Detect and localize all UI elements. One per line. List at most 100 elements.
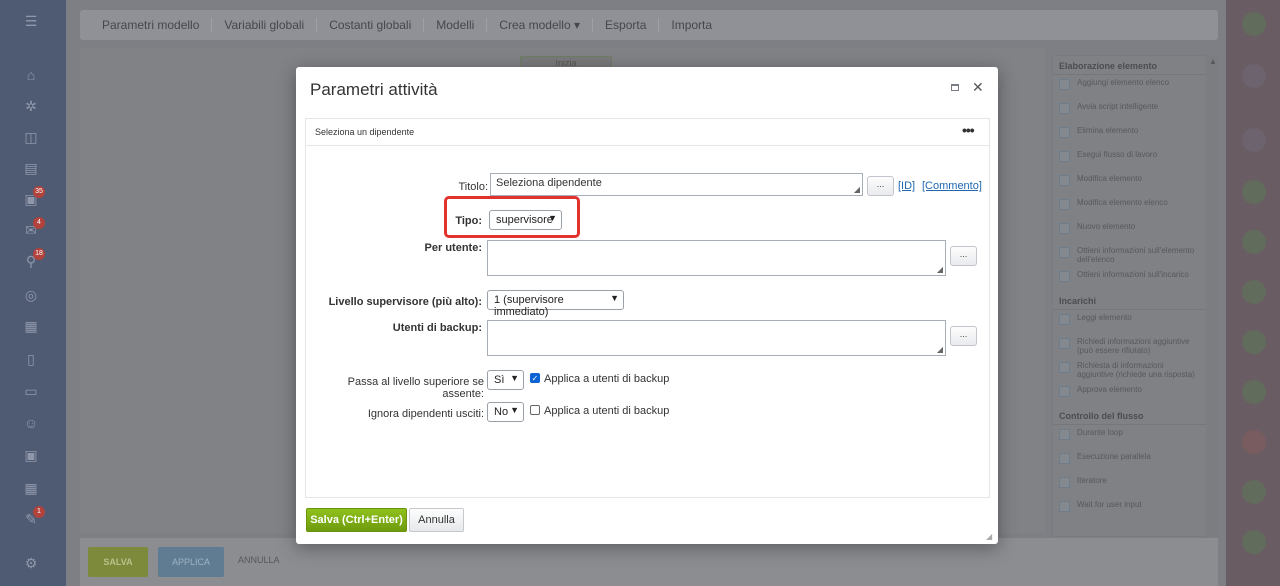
nav-costanti-globali[interactable]: Costanti globali	[317, 18, 425, 32]
resize-grip-icon[interactable]: ◢	[937, 265, 943, 274]
tipo-highlight	[444, 196, 580, 238]
menu-icon[interactable]: ☰	[20, 10, 42, 32]
chevron-down-icon: ▼	[510, 373, 519, 383]
livello-select[interactable]: 1 (supervisore immediato) ▼	[487, 290, 624, 318]
calendar2-icon[interactable]: ▦	[20, 477, 42, 499]
dialog-subheader: Seleziona un dipendente •••	[306, 119, 989, 146]
id-link[interactable]: [ID]	[898, 180, 915, 192]
delete-icon	[1059, 127, 1070, 138]
calendar-icon[interactable]: ▦	[20, 315, 42, 337]
save-button[interactable]: SALVA	[88, 547, 148, 577]
titolo-input[interactable]: Seleziona dipendente ◢	[490, 173, 863, 196]
backup-label: Utenti di backup:	[392, 322, 482, 334]
file-icon[interactable]: ▯	[20, 348, 42, 370]
more-icon[interactable]: •••	[962, 122, 975, 138]
titolo-browse-button[interactable]: ...	[867, 176, 894, 196]
section-title[interactable]: Controllo del flusso	[1053, 406, 1206, 425]
dialog-body: Seleziona un dipendente ••• Titolo: Sele…	[305, 118, 990, 498]
titolo-label: Titolo:	[458, 181, 488, 193]
search-icon[interactable]	[1242, 128, 1266, 152]
nav-modelli[interactable]: Modelli	[424, 18, 488, 32]
nav-esporta[interactable]: Esporta	[593, 18, 660, 32]
ignora-select[interactable]: No ▼	[487, 402, 524, 422]
activity-item[interactable]: Iteratore	[1053, 473, 1206, 497]
new-item-icon	[1059, 223, 1070, 234]
document-icon[interactable]: ▤	[20, 157, 42, 179]
apps-icon[interactable]	[1242, 12, 1266, 36]
ignora-label: Ignora dipendenti usciti:	[367, 408, 484, 420]
avatar[interactable]	[1242, 330, 1266, 354]
dialog-cancel-button[interactable]: Annulla	[409, 508, 464, 532]
ignora-backup-checkbox[interactable]	[530, 405, 540, 415]
avatar[interactable]	[1242, 480, 1266, 504]
activity-item[interactable]: Ottieni informazioni sull'elemento dell'…	[1053, 243, 1206, 267]
avatar[interactable]	[1242, 180, 1266, 204]
resize-grip-icon[interactable]: ◢	[854, 185, 860, 194]
passa-label: Passa al livello superiore se assente:	[347, 376, 484, 400]
dialog-save-button[interactable]: Salva (Ctrl+Enter)	[306, 508, 407, 532]
activity-item[interactable]: Leggi elemento	[1053, 310, 1206, 334]
activity-item[interactable]: Aggiungi elemento elenco	[1053, 75, 1206, 99]
nav-importa[interactable]: Importa	[659, 18, 724, 32]
section-title[interactable]: Elaborazione elemento	[1053, 56, 1206, 75]
read-icon	[1059, 314, 1070, 325]
target-icon[interactable]: ◎	[20, 284, 42, 306]
activity-item[interactable]: Modifica elemento elenco	[1053, 195, 1206, 219]
backup-input[interactable]: ◢	[487, 320, 946, 356]
notification-icon[interactable]	[1242, 64, 1266, 88]
dialog-resize-grip-icon[interactable]: ◢	[986, 532, 992, 541]
activity-item[interactable]: Modifica elemento	[1053, 171, 1206, 195]
activity-item[interactable]: Richiedi informazioni aggiuntive (può es…	[1053, 334, 1206, 358]
activity-icon	[1059, 151, 1070, 162]
maximize-icon[interactable]	[951, 84, 959, 91]
backup-browse-button[interactable]: ...	[950, 326, 977, 346]
passa-select[interactable]: Sì ▼	[487, 370, 524, 390]
subheader-label: Seleziona un dipendente	[315, 127, 415, 137]
activity-parameters-dialog: Parametri attività ✕ Seleziona un dipend…	[296, 67, 998, 544]
comment-link[interactable]: [Commento]	[922, 180, 982, 192]
activity-item[interactable]: Wait for user input	[1053, 497, 1206, 521]
activity-item[interactable]: Nuovo elemento	[1053, 219, 1206, 243]
nav-variabili-globali[interactable]: Variabili globali	[212, 18, 318, 32]
activity-item[interactable]: Avvia script intelligente	[1053, 99, 1206, 123]
apply-button[interactable]: APPLICA	[158, 547, 224, 577]
per-utente-browse-button[interactable]: ...	[950, 246, 977, 266]
resize-grip-icon[interactable]: ◢	[937, 345, 943, 354]
tasks-badge: 35	[33, 186, 45, 198]
wait-icon	[1059, 501, 1070, 512]
passa-checkbox-label: Applica a utenti di backup	[544, 373, 670, 385]
gear-icon[interactable]: ⚙	[20, 552, 42, 574]
activity-icon	[1059, 247, 1070, 258]
chat-icon[interactable]: ◫	[20, 126, 42, 148]
drive-icon[interactable]: ▭	[20, 380, 42, 402]
avatar[interactable]	[1242, 230, 1266, 254]
filter-badge: 18	[33, 248, 45, 260]
panel-scrollbar[interactable]: ▲	[1208, 55, 1218, 537]
avatar[interactable]	[1242, 430, 1266, 454]
activity-item[interactable]: Approva elemento	[1053, 382, 1206, 406]
users-icon[interactable]: ☺	[20, 412, 42, 434]
passa-backup-checkbox[interactable]: ✓	[530, 373, 540, 383]
activity-item[interactable]: Esecuzione parallela	[1053, 449, 1206, 473]
avatar[interactable]	[1242, 530, 1266, 554]
activity-item[interactable]: Durante loop	[1053, 425, 1206, 449]
activity-item[interactable]: Elimina elemento	[1053, 123, 1206, 147]
per-utente-input[interactable]: ◢	[487, 240, 946, 276]
activity-item[interactable]: Ottieni informazioni sull'incarico	[1053, 267, 1206, 291]
per-utente-label: Per utente:	[424, 242, 482, 254]
avatar[interactable]	[1242, 280, 1266, 304]
avatar[interactable]	[1242, 380, 1266, 404]
scroll-up-icon[interactable]: ▲	[1208, 55, 1218, 66]
settings-icon[interactable]: ✲	[20, 95, 42, 117]
home-icon[interactable]: ⌂	[20, 64, 42, 86]
section-title[interactable]: Incarichi	[1053, 291, 1206, 310]
cancel-link[interactable]: ANNULLA	[238, 555, 280, 565]
chevron-down-icon: ▼	[510, 405, 519, 415]
close-icon[interactable]: ✕	[972, 79, 984, 96]
monitor-icon[interactable]: ▣	[20, 444, 42, 466]
activity-item[interactable]: Richiesta di informazioni aggiuntive (ri…	[1053, 358, 1206, 382]
nav-parametri-modello[interactable]: Parametri modello	[90, 18, 213, 32]
activity-item[interactable]: Esegui flusso di lavoro	[1053, 147, 1206, 171]
top-nav: Parametri modello Variabili globali Cost…	[80, 10, 1218, 40]
nav-crea-modello[interactable]: Crea modello ▾	[487, 18, 594, 32]
